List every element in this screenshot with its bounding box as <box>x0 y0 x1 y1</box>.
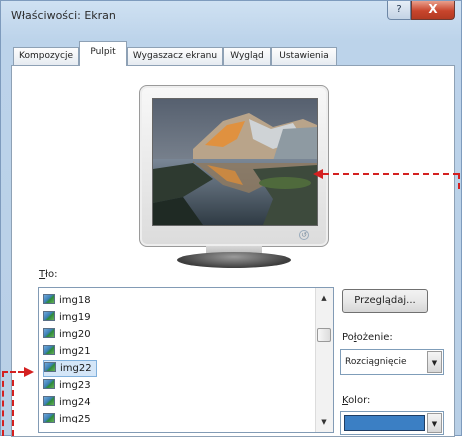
image-file-icon <box>43 379 55 389</box>
list-item-selected[interactable]: img22 <box>43 360 97 377</box>
annotation-arrow-icon <box>313 169 323 179</box>
background-label: Tło: <box>39 269 58 280</box>
wallpaper-preview <box>152 98 318 226</box>
monitor-preview: ↺ <box>139 85 329 247</box>
display-properties-window: Właściwości: Ekran ? X Kompozycje Pulpit… <box>0 0 462 437</box>
help-button[interactable]: ? <box>387 1 411 20</box>
image-file-icon <box>43 345 55 355</box>
background-list[interactable]: img18 img19 img20 img21 img22 img23 img2… <box>38 287 334 433</box>
image-file-icon <box>44 362 56 372</box>
image-file-icon <box>43 396 55 406</box>
color-picker[interactable]: ▼ <box>340 411 444 435</box>
position-value: Rozciągnięcie <box>345 357 407 367</box>
tab-themes[interactable]: Kompozycje <box>13 47 79 65</box>
chevron-down-icon[interactable]: ▼ <box>427 351 442 373</box>
tab-desktop[interactable]: Pulpit <box>79 41 127 66</box>
tab-settings[interactable]: Ustawienia <box>271 47 337 65</box>
list-item[interactable]: img19 <box>43 309 95 326</box>
tab-screensaver[interactable]: Wygaszacz ekranu <box>127 47 223 65</box>
annotation-line-list-edge2 <box>12 380 14 436</box>
image-file-icon <box>43 413 55 423</box>
scroll-up-icon[interactable]: ▲ <box>316 290 332 306</box>
position-label: Położenie: <box>342 332 393 343</box>
list-item[interactable]: img20 <box>43 326 95 343</box>
image-file-icon <box>43 311 55 321</box>
annotation-line-preview <box>323 173 459 175</box>
scroll-down-icon[interactable]: ▼ <box>316 414 332 430</box>
image-file-icon <box>43 328 55 338</box>
annotation-line-list-edge <box>2 371 4 436</box>
color-label: Kolor: <box>342 395 371 406</box>
close-button[interactable]: X <box>411 1 455 20</box>
monitor-stand-base <box>177 252 291 268</box>
color-swatch <box>344 415 425 431</box>
annotation-arrow-icon <box>24 367 34 377</box>
list-item[interactable]: img18 <box>43 292 95 309</box>
tab-appearance[interactable]: Wygląd <box>223 47 271 65</box>
power-icon: ↺ <box>299 230 309 240</box>
wallpaper-image <box>153 99 317 225</box>
window-title: Właściwości: Ekran <box>11 9 116 22</box>
position-select[interactable]: Rozciągnięcie ▼ <box>340 349 444 375</box>
list-scrollbar[interactable]: ▲ ▼ <box>315 288 333 432</box>
image-file-icon <box>43 294 55 304</box>
chevron-down-icon[interactable]: ▼ <box>427 413 442 433</box>
scroll-thumb[interactable] <box>317 328 331 342</box>
browse-button[interactable]: Przeglądaj... <box>342 289 428 313</box>
list-item[interactable]: img21 <box>43 343 95 360</box>
annotation-line-preview-edge <box>458 173 460 189</box>
list-item[interactable]: img24 <box>43 394 95 411</box>
annotation-line-list <box>2 371 24 373</box>
list-item[interactable]: img25 <box>43 411 95 423</box>
list-item[interactable]: img23 <box>43 377 95 394</box>
